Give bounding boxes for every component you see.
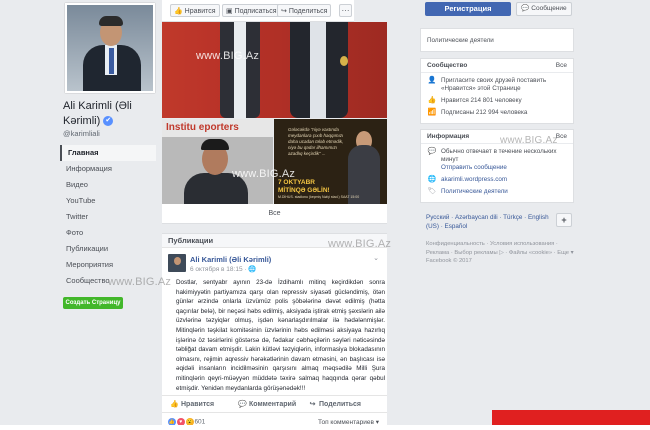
category-row[interactable]: 🏷 Политические деятели [421, 188, 573, 196]
nav-item-info[interactable]: Информация [60, 161, 156, 177]
nav-item-youtube[interactable]: YouTube [60, 193, 156, 209]
page-footer: Конфиденциальность · Условия использован… [426, 240, 574, 266]
invite-icon: 👤 [427, 77, 437, 84]
likes-count-row: 👍 Нравится 214 801 человеку [427, 97, 522, 104]
poster-details: M.DİHUS. stadionu (keçmiş Nəfçi stad.) S… [278, 195, 360, 199]
website-row[interactable]: 🌐 akarimli.wordpress.com [421, 176, 573, 184]
globe-icon: 🌐 [248, 266, 257, 273]
watermark: www.BIG.Az [328, 238, 392, 250]
photo-rally-poster[interactable]: Gələcəkdə "niyə vaxtında meydanlara çıxı… [274, 119, 387, 204]
photo-ceremony[interactable] [162, 22, 387, 118]
nav-item-posts[interactable]: Публикации [60, 241, 156, 257]
follow-button[interactable]: ▣ Подписаться [222, 4, 281, 17]
invite-friends-row[interactable]: 👤 Пригласите своих друзей поставить «Нрав… [421, 77, 573, 93]
follow-icon: 📶 [427, 109, 437, 116]
photo-portrait[interactable]: Institu eporters [162, 119, 273, 204]
post-comment-button[interactable]: 💬 Комментарий [238, 400, 296, 408]
add-language-button[interactable]: + [556, 213, 572, 227]
copyright: Facebook © 2017 [426, 258, 472, 265]
tag-icon: 🏷 [427, 188, 437, 195]
watermark: www.BIG.Az [108, 276, 172, 288]
share-page-button[interactable]: ↪ Поделиться [277, 4, 332, 17]
post-like-button[interactable]: 👍 Нравится [170, 400, 214, 408]
poster-quote: Gələcəkdə "niyə vaxtında meydanlara çıxı… [288, 127, 344, 156]
nav-item-twitter[interactable]: Twitter [60, 209, 156, 225]
nav-item-photos[interactable]: Фото [60, 225, 156, 241]
language-selector: Русский · Azərbaycan dili · Türkçe · Eng… [420, 210, 574, 234]
comment-icon: 💬 [238, 401, 247, 408]
followers-count-row: 📶 Подписаны 212 994 человека [427, 109, 528, 116]
globe-icon: 🌐 [427, 176, 437, 183]
nav-item-home[interactable]: Главная [60, 145, 156, 161]
profile-picture[interactable] [65, 3, 155, 93]
footer-links[interactable]: Конфиденциальность · Условия использован… [426, 240, 574, 257]
send-message-link[interactable]: Отправить сообщение [441, 164, 507, 171]
page-username[interactable]: @karimliali [63, 129, 100, 138]
post-timestamp[interactable]: 6 октября в 18:15 · 🌐 [190, 265, 256, 273]
watermark: www.BIG.Az [232, 168, 296, 180]
message-icon: 💬 [427, 148, 437, 155]
watermark: www.BIG.Az [196, 50, 260, 62]
share-icon: ↪ [309, 401, 316, 408]
post-body: Dostlar, sentyabr ayının 23-də İzdihamlı… [176, 279, 385, 392]
photos-see-all[interactable]: Все [162, 204, 387, 224]
poster-rally-title: 7 OKTYABR MİTİNQƏ GƏLİN! [278, 179, 330, 194]
register-button[interactable]: Регистрация [425, 2, 511, 16]
language-links[interactable]: Русский · Azərbaycan dili · Türkçe · Eng… [426, 213, 551, 231]
photo-banner-text: Institu eporters [162, 119, 273, 137]
verified-badge-icon: ✔ [103, 116, 114, 127]
page-action-bar: 👍 Нравится ▣ Подписаться ↪ Поделиться ··… [162, 0, 354, 22]
post-actions: 👍 Нравится 💬 Комментарий ↪ Поделиться [162, 395, 387, 413]
create-page-button[interactable]: Создать Страницу [63, 297, 123, 309]
page-category[interactable]: Политические деятели [421, 37, 573, 45]
community-heading: Сообщество Все [421, 59, 573, 73]
page-title: Ali Karimli (Əli Kərimli) ✔ [63, 100, 132, 127]
like-page-button[interactable]: 👍 Нравится [170, 4, 220, 17]
thumbs-up-icon: 👍 [170, 401, 179, 408]
nav-item-events[interactable]: Мероприятия [60, 257, 156, 273]
medal-icon [340, 56, 348, 66]
response-time-row: 💬 Обычно отвечает в течение нескольких ми… [427, 148, 557, 171]
category-card: Политические деятели [420, 28, 574, 52]
post-avatar[interactable] [168, 254, 186, 272]
watermark: www.BIG.Az [500, 135, 558, 146]
post-share-button[interactable]: ↪ Поделиться [308, 400, 361, 408]
nav-item-video[interactable]: Видео [60, 177, 156, 193]
community-card: Сообщество Все 👤 Пригласите своих друзей п… [420, 58, 574, 124]
post-options-icon[interactable]: ⌄ [373, 254, 379, 262]
message-button[interactable]: 💬 Сообщение [516, 2, 572, 16]
page-nav: Главная Информация Видео YouTube Twitter… [60, 145, 156, 289]
community-see-all[interactable]: Все [556, 59, 567, 73]
post-author[interactable]: Ali Karimli (Əli Kərimli) [190, 255, 271, 264]
thumbs-up-icon: 👍 [427, 97, 437, 104]
bottom-strip [0, 425, 650, 430]
more-options-button[interactable]: ··· [339, 4, 352, 17]
post-card: Публикации Ali Karimli (Əli Kərimli) 6 о… [162, 233, 387, 430]
